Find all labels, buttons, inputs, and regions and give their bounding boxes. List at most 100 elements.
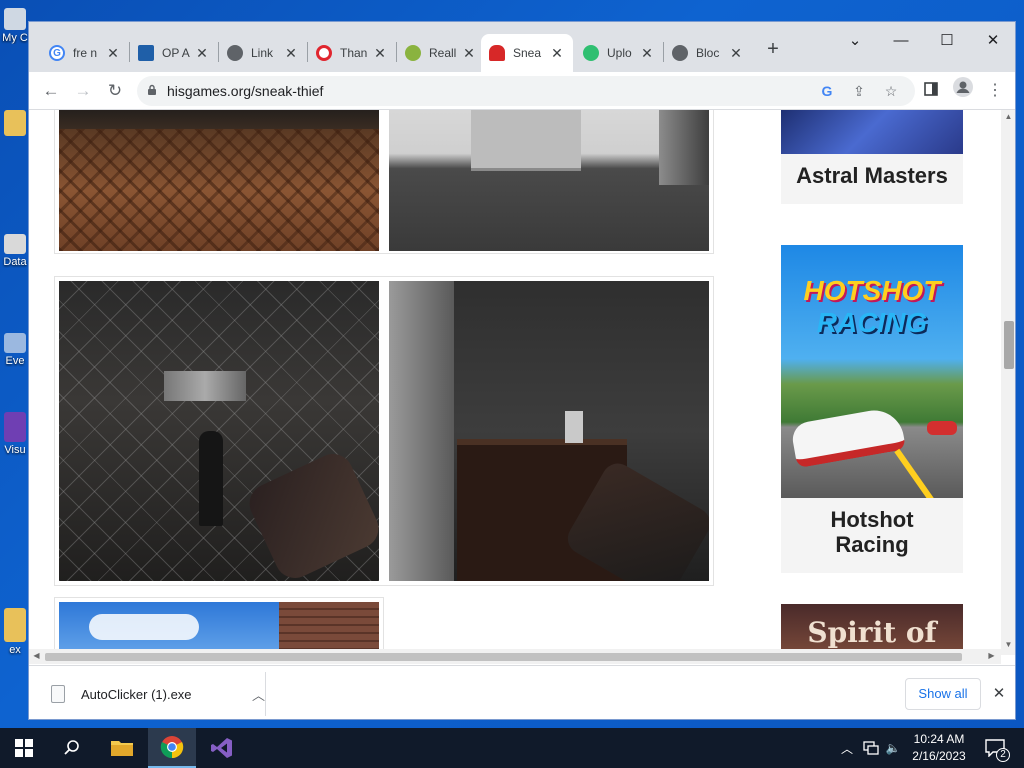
vertical-scrollbar[interactable]: ▲ ▼ — [1001, 110, 1015, 655]
notification-badge: 2 — [996, 748, 1010, 762]
screenshot-white-room[interactable] — [389, 110, 709, 251]
tab-op[interactable]: OP A ✕ — [130, 34, 218, 72]
clock[interactable]: 10:24 AM 2/16/2023 — [900, 731, 978, 765]
door — [659, 110, 709, 185]
chrome-icon — [160, 736, 184, 759]
horizontal-scroll-thumb[interactable] — [45, 653, 962, 661]
brick-building — [279, 602, 379, 655]
reload-button[interactable]: ↻ — [101, 77, 129, 105]
scroll-right-arrow[interactable]: ▶ — [984, 651, 999, 660]
tab-title: Than — [340, 46, 368, 60]
download-filename: AutoClicker (1).exe — [81, 686, 192, 702]
taskbar: ︿ 🔈 10:24 AM 2/16/2023 2 — [0, 728, 1024, 768]
close-icon[interactable]: ✕ — [105, 45, 121, 62]
screenshot-warehouse-floor[interactable] — [59, 110, 379, 251]
visual-studio-icon — [4, 412, 26, 442]
desktop-icon-visual-studio[interactable]: Visu — [0, 412, 30, 456]
wall-shadow — [59, 110, 379, 129]
screenshot-card[interactable] — [54, 110, 714, 254]
search-icon — [64, 740, 79, 755]
bookmark-star-icon[interactable]: ☆ — [877, 77, 905, 105]
promo-image: Spirit of — [781, 604, 963, 655]
tab-sneak-thief[interactable]: Snea ✕ — [481, 34, 573, 72]
desktop-icon-my-computer[interactable]: My C — [0, 8, 30, 44]
desktop-icon-label: Visu — [4, 444, 26, 456]
screenshot-card[interactable] — [54, 597, 384, 655]
computer-icon — [4, 8, 26, 30]
share-icon[interactable]: ⇪ — [845, 77, 873, 105]
start-button[interactable] — [0, 728, 48, 768]
promo-title: Astral Masters — [796, 163, 948, 188]
vertical-scroll-thumb[interactable] — [1004, 321, 1014, 369]
screenshot-fence-corridor[interactable] — [59, 281, 379, 581]
desktop-icon-data[interactable]: Data — [0, 234, 30, 268]
url-text: hisgames.org/sneak-thief — [167, 83, 324, 99]
file-explorer-button[interactable] — [98, 728, 146, 768]
forward-button[interactable]: → — [69, 77, 97, 105]
minimize-button[interactable]: — — [878, 26, 924, 56]
screenshot-sky-building[interactable] — [59, 602, 379, 655]
visual-studio-taskbar-button[interactable] — [198, 728, 246, 768]
promo-spirit-of[interactable]: Spirit of — [781, 604, 963, 655]
show-all-button[interactable]: Show all — [905, 678, 981, 710]
close-icon[interactable]: ✕ — [639, 45, 655, 62]
maximize-button[interactable]: ☐ — [924, 26, 970, 56]
tab-block[interactable]: Bloc ✕ — [664, 34, 752, 72]
close-icon[interactable]: ✕ — [989, 680, 1009, 708]
shortcut-icon — [4, 333, 26, 353]
tab-thanks[interactable]: Than ✕ — [308, 34, 396, 72]
tab-really[interactable]: Reall ✕ — [397, 34, 485, 72]
tab-google-search[interactable]: G fre n ✕ — [41, 34, 129, 72]
search-button[interactable] — [48, 728, 96, 768]
close-window-button[interactable]: ✕ — [970, 26, 1015, 56]
close-icon[interactable]: ✕ — [283, 45, 299, 62]
document-icon — [138, 45, 154, 61]
tab-upload[interactable]: Uplo ✕ — [575, 34, 663, 72]
chrome-taskbar-button[interactable] — [148, 728, 196, 768]
visual-studio-icon — [211, 738, 232, 758]
scroll-left-arrow[interactable]: ◀ — [29, 651, 44, 660]
close-icon[interactable]: ✕ — [728, 45, 744, 62]
scroll-down-arrow[interactable]: ▼ — [1001, 640, 1015, 649]
close-icon[interactable]: ✕ — [549, 45, 565, 62]
notification-center-button[interactable]: 2 — [980, 728, 1010, 768]
divider — [265, 672, 266, 716]
new-tab-button[interactable]: + — [759, 36, 787, 64]
screenshot-office-counter[interactable] — [389, 281, 709, 581]
safe-box — [471, 110, 581, 171]
side-panel-icon[interactable] — [917, 77, 945, 105]
promo-hotshot-racing[interactable]: HOTSHOT RACING Hotshot Racing — [781, 245, 963, 573]
chevron-up-icon[interactable]: ︿ — [252, 685, 265, 704]
menu-icon[interactable]: ⋮ — [981, 77, 1009, 105]
screenshot-card[interactable] — [54, 276, 714, 586]
scroll-up-arrow[interactable]: ▲ — [1001, 112, 1015, 121]
promo-astral-masters[interactable]: Astral Masters — [781, 110, 963, 204]
tab-link[interactable]: Link ✕ — [219, 34, 307, 72]
download-item[interactable]: AutoClicker (1).exe ︿ — [43, 676, 265, 712]
desktop-icon-ex-folder[interactable]: ex — [0, 608, 30, 656]
back-button[interactable]: ← — [37, 77, 65, 105]
tab-search-button[interactable]: ⌄ — [832, 26, 878, 56]
network-icon[interactable] — [860, 728, 882, 768]
desktop-icon-folder[interactable] — [0, 110, 30, 138]
promo-title: Hotshot Racing — [830, 507, 914, 557]
address-bar[interactable]: hisgames.org/sneak-thief — [137, 76, 915, 106]
cloud — [89, 614, 199, 640]
close-icon[interactable]: ✕ — [372, 45, 388, 62]
tab-title: Uplo — [607, 46, 632, 60]
horizontal-scrollbar[interactable]: ◀ ▶ — [29, 649, 1001, 664]
google-lens-icon[interactable]: G — [813, 77, 841, 105]
globe-icon — [672, 45, 688, 61]
close-icon[interactable]: ✕ — [194, 45, 210, 62]
folder-icon — [111, 741, 133, 756]
folder-icon — [4, 608, 26, 642]
gun-hand — [243, 447, 379, 581]
promo-image: HOTSHOT RACING — [781, 245, 963, 498]
show-hidden-icons[interactable]: ︿ — [838, 728, 856, 768]
leaf-icon — [405, 45, 421, 61]
folder-icon — [4, 110, 26, 136]
profile-icon[interactable] — [949, 77, 977, 105]
close-icon[interactable]: ✕ — [461, 45, 477, 62]
page-viewport: Astral Masters HOTSHOT RACING Hotshot Ra… — [29, 110, 1001, 655]
desktop-icon-event[interactable]: Eve — [0, 333, 30, 367]
